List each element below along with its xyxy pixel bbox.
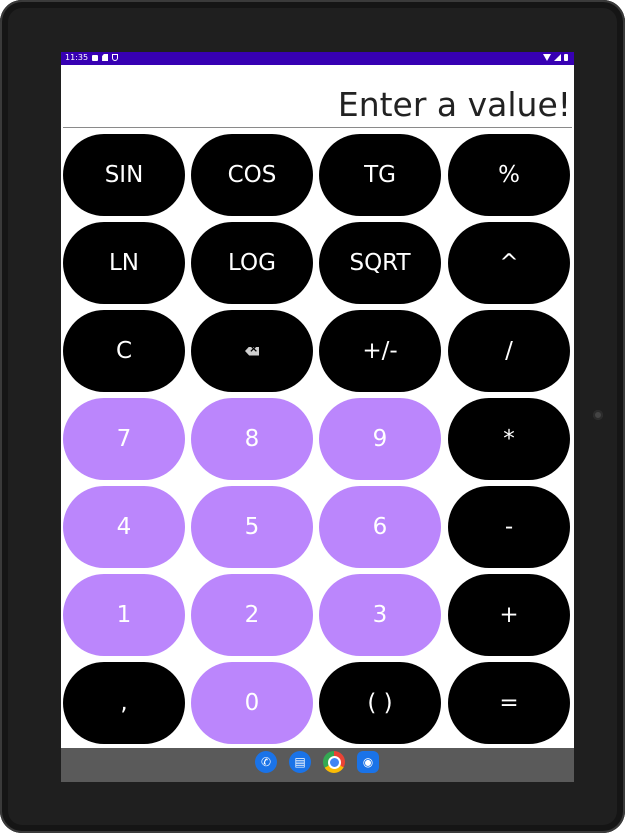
- log-button[interactable]: LOG: [191, 222, 313, 304]
- sqrt-button[interactable]: SQRT: [319, 222, 441, 304]
- backspace-icon: [245, 346, 259, 356]
- wifi-icon: [543, 54, 551, 61]
- multiply-button[interactable]: *: [448, 398, 570, 480]
- status-bar: 11:35: [61, 52, 574, 65]
- divide-button[interactable]: /: [448, 310, 570, 392]
- digit-3-button[interactable]: 3: [319, 574, 441, 656]
- parentheses-button[interactable]: ( ): [319, 662, 441, 744]
- messages-icon[interactable]: ▤: [289, 751, 311, 773]
- battery-icon: [564, 54, 568, 61]
- camera-icon[interactable]: ◉: [357, 751, 379, 773]
- status-time: 11:35: [65, 53, 89, 62]
- shield-icon: [112, 54, 119, 61]
- chrome-icon[interactable]: [323, 751, 345, 773]
- ln-button[interactable]: LN: [63, 222, 185, 304]
- calculator-display: Enter a value!: [63, 65, 572, 128]
- signal-icon: [554, 54, 561, 61]
- notification-icon: [92, 54, 99, 61]
- digit-6-button[interactable]: 6: [319, 486, 441, 568]
- plus-minus-button[interactable]: +/-: [319, 310, 441, 392]
- app-screen: 11:35 Enter a value! SIN COS TG % LN LOG…: [61, 52, 574, 782]
- tg-button[interactable]: TG: [319, 134, 441, 216]
- app-dock: ✆ ▤ ◉: [255, 751, 379, 773]
- digit-2-button[interactable]: 2: [191, 574, 313, 656]
- phone-icon[interactable]: ✆: [255, 751, 277, 773]
- cos-button[interactable]: COS: [191, 134, 313, 216]
- comma-button[interactable]: ,: [63, 662, 185, 744]
- backspace-button[interactable]: [191, 310, 313, 392]
- digit-9-button[interactable]: 9: [319, 398, 441, 480]
- digit-5-button[interactable]: 5: [191, 486, 313, 568]
- power-button[interactable]: ^: [448, 222, 570, 304]
- equals-button[interactable]: =: [448, 662, 570, 744]
- digit-0-button[interactable]: 0: [191, 662, 313, 744]
- digit-8-button[interactable]: 8: [191, 398, 313, 480]
- sd-card-icon: [102, 54, 109, 61]
- taskbar: ✆ ▤ ◉: [61, 748, 574, 782]
- digit-7-button[interactable]: 7: [63, 398, 185, 480]
- camera-lens: [593, 410, 603, 420]
- digit-4-button[interactable]: 4: [63, 486, 185, 568]
- minus-button[interactable]: -: [448, 486, 570, 568]
- clear-button[interactable]: C: [63, 310, 185, 392]
- percent-button[interactable]: %: [448, 134, 570, 216]
- sin-button[interactable]: SIN: [63, 134, 185, 216]
- digit-1-button[interactable]: 1: [63, 574, 185, 656]
- display-text: Enter a value!: [337, 85, 571, 124]
- plus-button[interactable]: +: [448, 574, 570, 656]
